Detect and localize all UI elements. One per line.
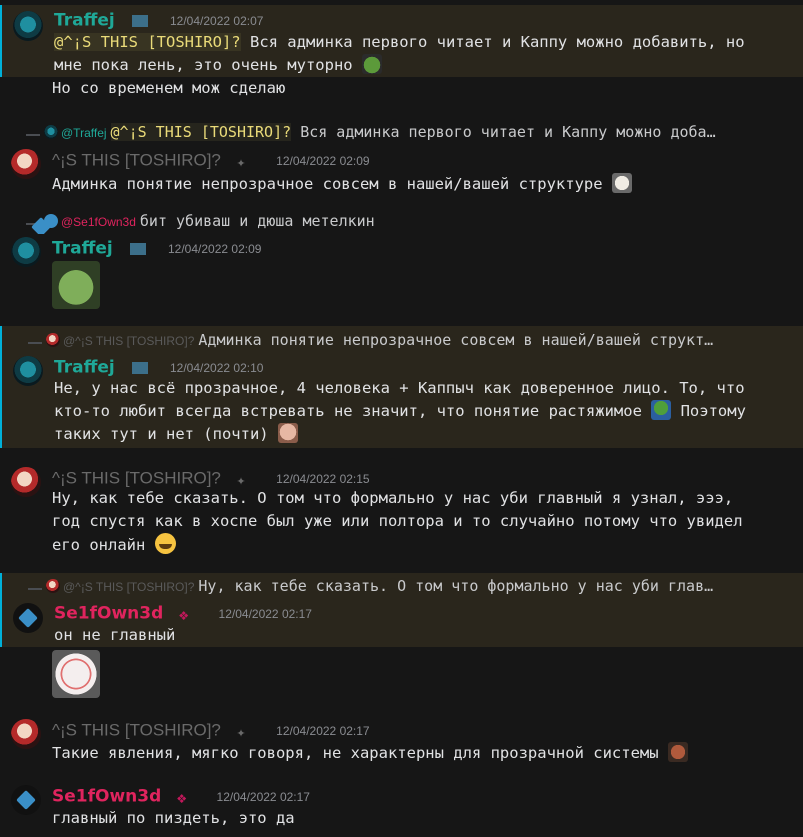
timestamp: 12/04/2022 02:10 bbox=[170, 360, 264, 375]
cat-sticker-icon[interactable] bbox=[52, 650, 100, 698]
username[interactable]: ^¡S THIS [TOSHIRO]? bbox=[52, 151, 221, 170]
timestamp: 12/04/2022 02:15 bbox=[276, 471, 370, 486]
reply-avatar bbox=[44, 125, 58, 139]
username[interactable]: Se1fOwn3d bbox=[54, 604, 163, 624]
demon-badge-icon bbox=[177, 788, 197, 806]
timestamp: 12/04/2022 02:09 bbox=[168, 241, 262, 256]
reply-preview[interactable]: @^¡S THIS [TOSHIRO]? Ну, как тебе сказать… bbox=[28, 577, 789, 599]
username[interactable]: ^¡S THIS [TOSHIRO]? bbox=[52, 469, 221, 488]
cat-emoji-icon bbox=[611, 173, 632, 193]
message-text: он не главный bbox=[54, 626, 176, 644]
username[interactable]: Se1fOwn3d bbox=[52, 787, 161, 807]
demon-badge-icon bbox=[179, 605, 199, 623]
message-text: главный по пиздеть, это да bbox=[52, 809, 295, 827]
message: Traffej 12/04/2022 02:07 @^¡S THIS [TOSH… bbox=[0, 5, 803, 77]
spider-badge-icon bbox=[237, 722, 257, 740]
message-text: Но со временем мож сделаю bbox=[52, 79, 286, 97]
reply-avatar bbox=[44, 214, 58, 228]
spider-badge-icon bbox=[237, 152, 257, 170]
username[interactable]: Traffej bbox=[52, 239, 113, 259]
username[interactable]: Traffej bbox=[54, 358, 115, 378]
avatar[interactable] bbox=[13, 603, 43, 633]
message-text: Ну, как тебе сказать. О том что формальн… bbox=[52, 489, 743, 554]
timestamp: 12/04/2022 02:09 bbox=[276, 153, 370, 168]
man-emoji-icon bbox=[667, 742, 688, 762]
message-text: @^¡S THIS [TOSHIRO]? Вся админка первого… bbox=[54, 33, 745, 74]
reply-preview[interactable]: @Se1fOwn3d бит убиваш и дюша метелкин bbox=[26, 212, 789, 234]
grin-emoji-icon bbox=[154, 533, 176, 554]
reply-avatar bbox=[46, 333, 60, 347]
avatar[interactable] bbox=[11, 719, 41, 749]
reply-avatar bbox=[46, 579, 60, 593]
username[interactable]: Traffej bbox=[54, 11, 115, 31]
avatar[interactable] bbox=[11, 149, 41, 179]
username[interactable]: ^¡S THIS [TOSHIRO]? bbox=[52, 721, 221, 740]
timestamp: 12/04/2022 02:17 bbox=[218, 606, 312, 621]
message-text: Админка понятие непрозрачное совсем в на… bbox=[52, 173, 789, 196]
avatar[interactable] bbox=[11, 467, 41, 497]
avatar[interactable] bbox=[11, 237, 41, 267]
message-text: Не, у нас всё прозрачное, 4 человека + К… bbox=[54, 379, 746, 443]
message: @^¡S THIS [TOSHIRO]? Ну, как тебе сказать… bbox=[0, 573, 803, 647]
message: @^¡S THIS [TOSHIRO]? Админка понятие непр… bbox=[0, 326, 803, 448]
avatar[interactable] bbox=[11, 785, 41, 815]
timestamp: 12/04/2022 02:17 bbox=[276, 723, 370, 738]
robot-badge-icon bbox=[130, 11, 151, 30]
robot-badge-icon bbox=[130, 358, 151, 377]
mention[interactable]: @^¡S THIS [TOSHIRO]? bbox=[54, 33, 241, 51]
pepe-emoji-icon bbox=[651, 400, 672, 420]
timestamp: 12/04/2022 02:17 bbox=[216, 789, 310, 804]
spider-badge-icon bbox=[237, 470, 257, 488]
robot-badge-icon bbox=[128, 239, 149, 258]
chat-log: Traffej 12/04/2022 02:07 @^¡S THIS [TOSH… bbox=[0, 0, 803, 837]
avatar[interactable] bbox=[13, 356, 43, 386]
frog-sticker-icon[interactable] bbox=[52, 261, 100, 309]
reply-preview[interactable]: @Traffej @^¡S THIS [TOSHIRO]? Вся админка… bbox=[26, 123, 789, 145]
timestamp: 12/04/2022 02:07 bbox=[170, 13, 264, 28]
reply-preview[interactable]: @^¡S THIS [TOSHIRO]? Админка понятие непр… bbox=[28, 331, 789, 353]
message-text: Такие явления, мягко говоря, не характер… bbox=[52, 742, 789, 765]
frog-emoji-icon bbox=[361, 54, 382, 74]
face-emoji-icon bbox=[277, 423, 298, 443]
avatar[interactable] bbox=[13, 11, 43, 41]
